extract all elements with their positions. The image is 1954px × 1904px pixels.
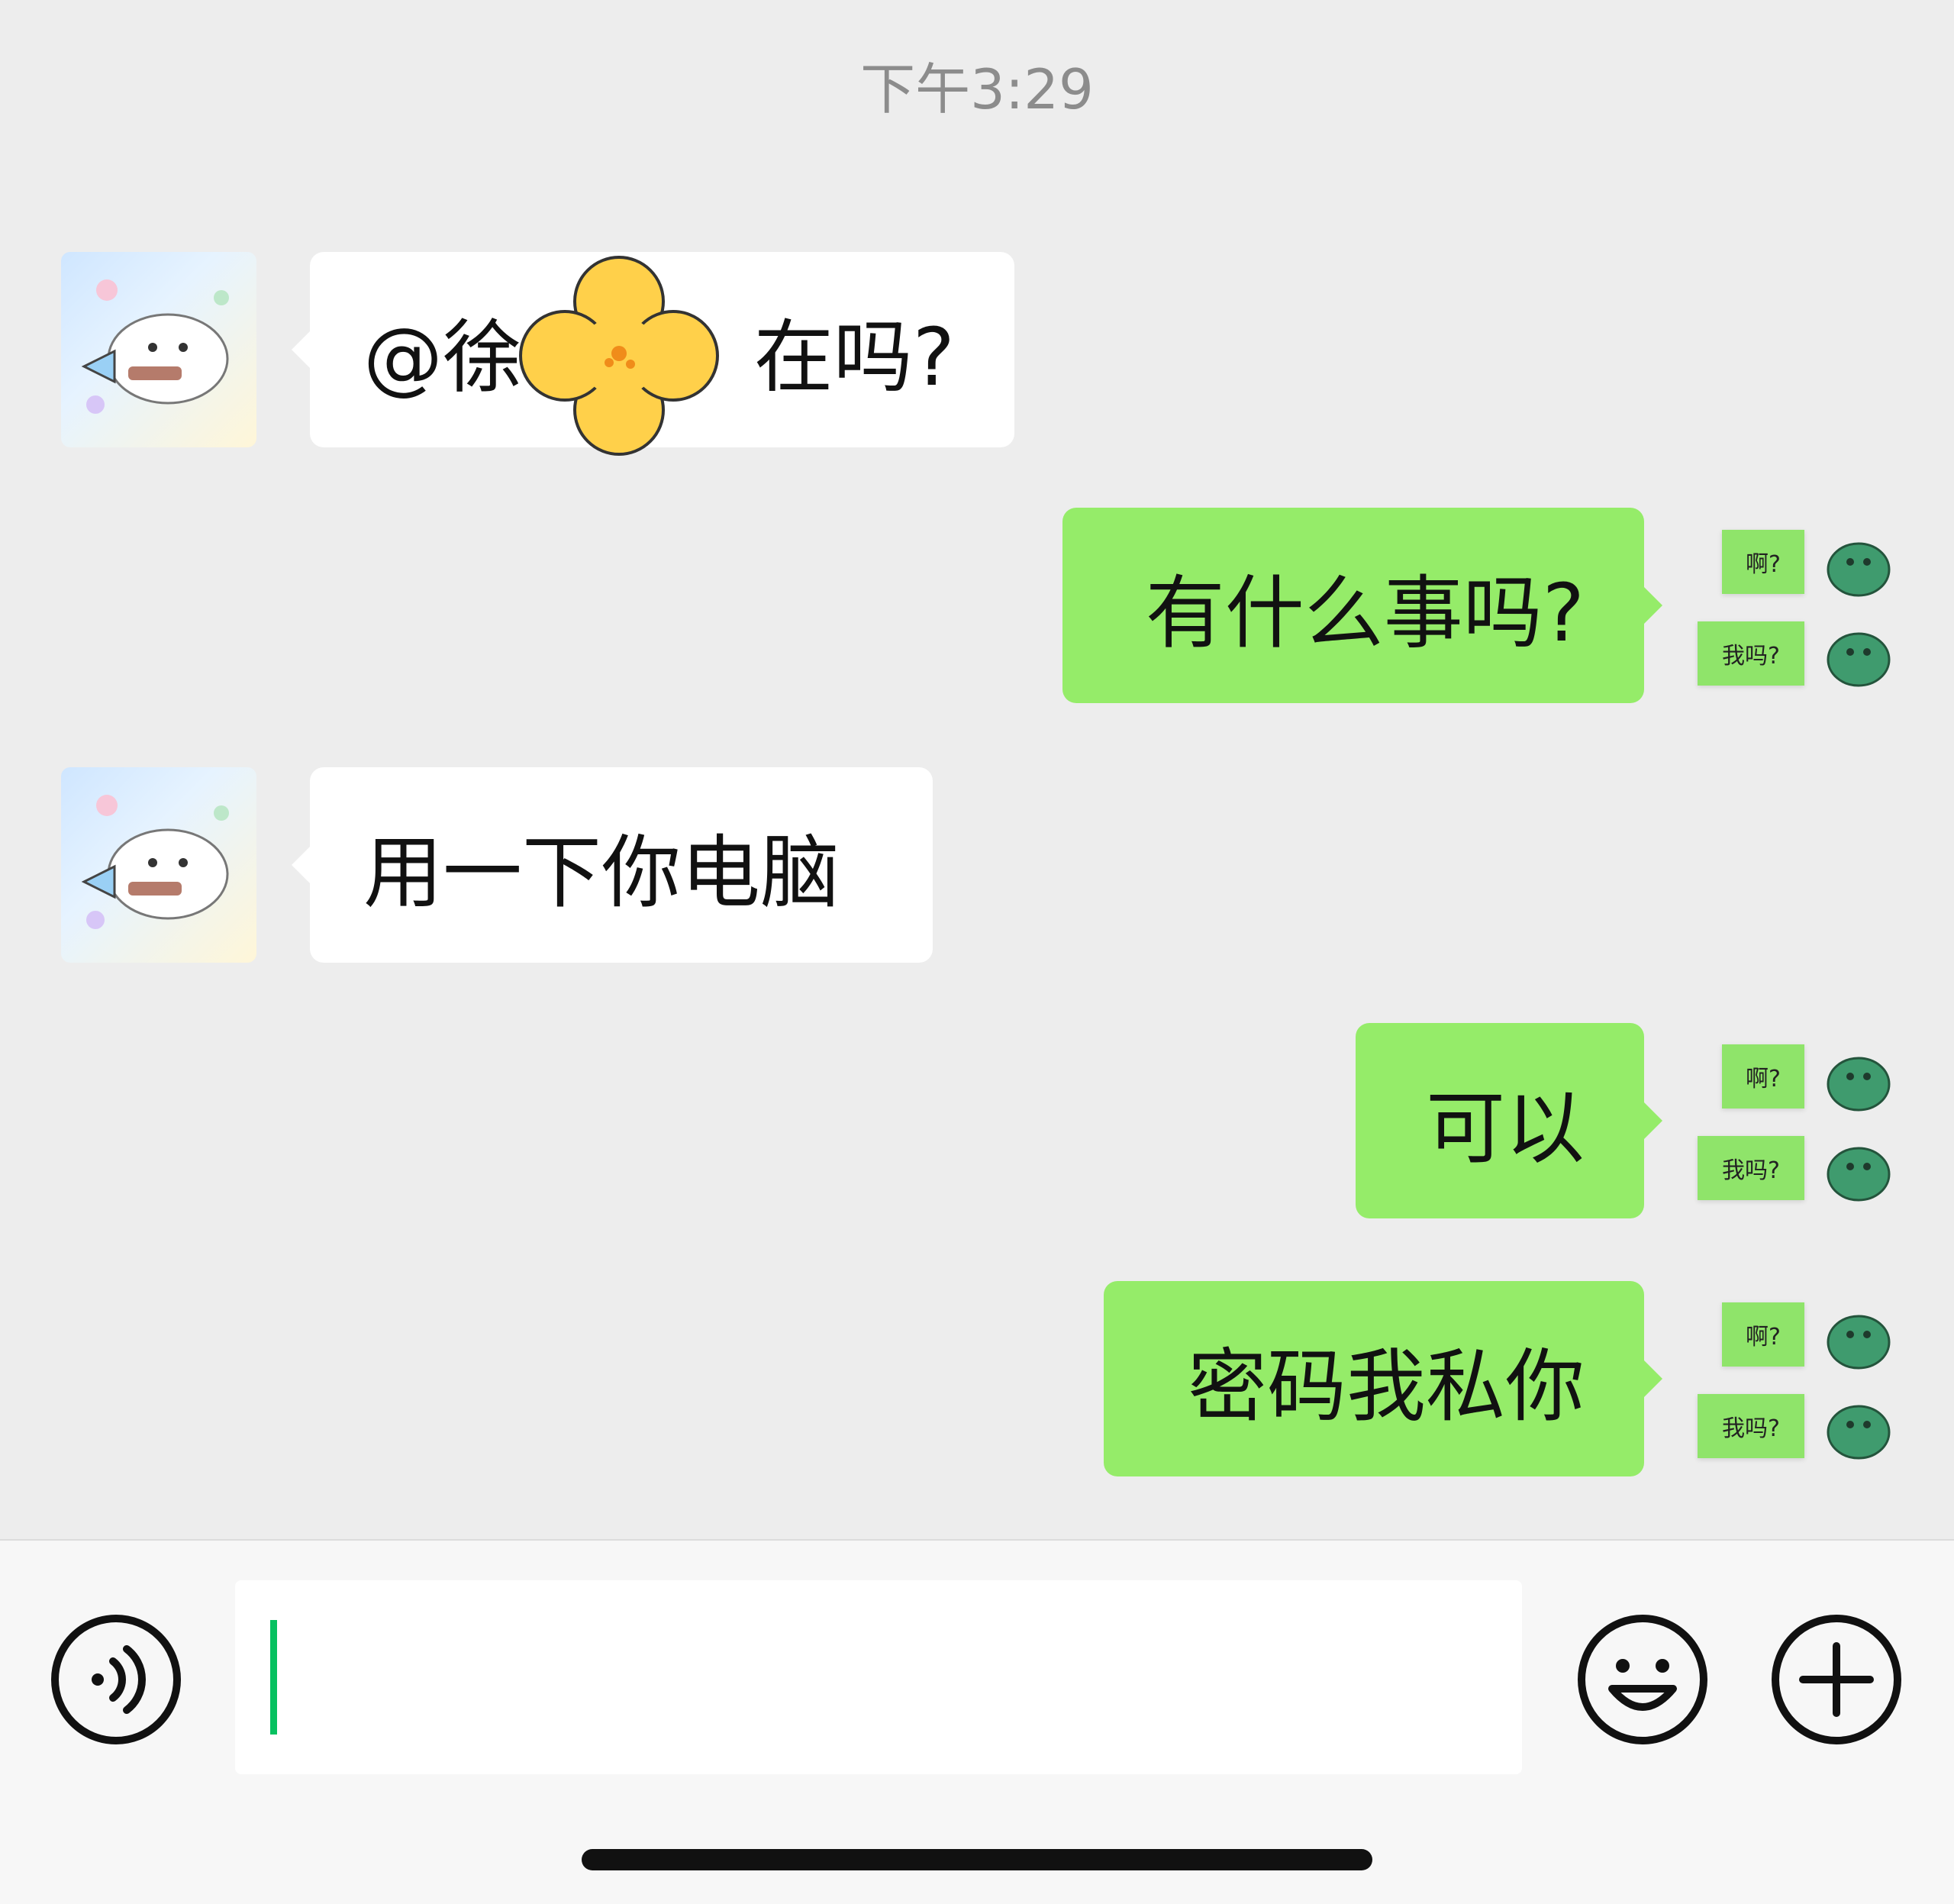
- frog-icon: [1827, 1147, 1891, 1202]
- self-avatar-sticker[interactable]: 啊? 我吗?: [1698, 1302, 1893, 1463]
- frog-icon: [1827, 542, 1891, 597]
- frog-icon: [1827, 1405, 1891, 1460]
- message-bubble-outgoing[interactable]: 有什么事吗?: [1062, 508, 1662, 703]
- message-text: 有什么事吗?: [1145, 566, 1585, 660]
- sticker-label: 啊?: [1722, 530, 1804, 594]
- frog-icon: [1827, 1315, 1891, 1370]
- message-timestamp: 下午3:29: [860, 57, 1094, 121]
- frog-icon: [1827, 1057, 1891, 1112]
- sticker-label: 我吗?: [1698, 1136, 1804, 1200]
- home-indicator[interactable]: [582, 1849, 1372, 1870]
- message-text: 在吗?: [753, 310, 955, 404]
- text-caret: [270, 1620, 277, 1735]
- sticker-label: 我吗?: [1698, 621, 1804, 686]
- sticker-label: 我吗?: [1698, 1394, 1804, 1458]
- message-text: 密码我私你: [1187, 1339, 1585, 1433]
- contact-avatar[interactable]: [61, 252, 256, 447]
- message-text: 可以: [1425, 1081, 1585, 1175]
- self-avatar-sticker[interactable]: 啊? 我吗?: [1698, 1044, 1893, 1205]
- self-avatar-sticker[interactable]: 啊? 我吗?: [1698, 530, 1893, 690]
- message-text: 用一下你电脑: [363, 825, 840, 919]
- message-bubble-outgoing[interactable]: 可以: [1356, 1023, 1662, 1218]
- frog-icon: [1827, 632, 1891, 687]
- contact-avatar[interactable]: [61, 767, 256, 963]
- message-text: @徐: [363, 310, 523, 404]
- sticker-label: 啊?: [1722, 1302, 1804, 1367]
- emoji-icon[interactable]: [1577, 1614, 1708, 1745]
- message-bubble-incoming[interactable]: 用一下你电脑: [292, 767, 933, 963]
- message-bubble-outgoing[interactable]: 密码我私你: [1104, 1281, 1662, 1476]
- chat-screen: 下午3:29 @徐 在吗? 有什么事吗? 啊? 我吗? 用一下你电脑 可以 啊?…: [0, 0, 1954, 1904]
- flower-sticker-icon: [519, 256, 719, 456]
- sticker-label: 啊?: [1722, 1044, 1804, 1109]
- voice-icon[interactable]: [50, 1614, 182, 1745]
- message-input[interactable]: [235, 1580, 1522, 1774]
- plus-icon[interactable]: [1771, 1614, 1902, 1745]
